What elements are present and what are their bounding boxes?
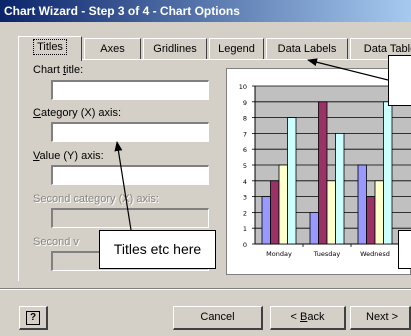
y-tick-label: 0 (243, 241, 247, 249)
tab-label: Data Labels (277, 43, 337, 55)
bar (318, 101, 328, 245)
y-tick-label: 1 (243, 225, 247, 233)
y-tick-label: 4 (243, 178, 247, 186)
y-tick-label: 6 (243, 146, 247, 154)
tab-titles[interactable]: Titles (18, 36, 82, 61)
tab-label: Legend (218, 43, 255, 55)
tab-label: Gridlines (153, 43, 197, 55)
tab-label: Axes (100, 43, 125, 55)
window-title: Chart Wizard - Step 3 of 4 - Chart Optio… (0, 0, 411, 22)
tab-label: Data Table (363, 43, 411, 55)
y-tick-label: 7 (243, 130, 247, 138)
second-category-axis-label: Second category (X) axis: (33, 193, 159, 205)
bar (309, 211, 319, 245)
bar-chart: 0 1 2 3 4 5 6 7 8 9 10 Monday Tuesday Wednesd (239, 83, 411, 258)
tab-legend[interactable]: Legend (209, 38, 264, 60)
bar (326, 180, 336, 245)
y-tick-label: 3 (243, 194, 247, 202)
category-axis-label: Category (X) axis: (33, 107, 122, 119)
y-tick-label: 9 (243, 99, 247, 107)
chart-title-input[interactable] (51, 80, 209, 100)
x-tick-label: Monday (266, 250, 292, 258)
bar (366, 196, 376, 245)
tab-axes[interactable]: Axes (84, 38, 141, 60)
bar (374, 180, 384, 245)
next-button[interactable]: Next > (350, 306, 411, 330)
y-tick-label: 8 (243, 115, 247, 123)
chart-title-label: Chart title: (33, 64, 84, 76)
value-axis-input[interactable] (51, 165, 209, 185)
annotation-text: Titles etc here (113, 241, 202, 257)
second-value-axis-label: Second v (33, 236, 79, 248)
cancel-button[interactable]: Cancel (173, 306, 263, 330)
annotation-box-right (398, 230, 411, 269)
y-tick-label: 10 (239, 83, 247, 91)
annotation-callout: Titles etc here (99, 230, 216, 269)
x-tick-label: Wednesd (360, 250, 390, 258)
bar (261, 196, 271, 245)
tab-label: Titles (33, 39, 67, 55)
y-tick-label: 5 (243, 162, 247, 170)
value-axis-label: Value (Y) axis: (33, 150, 104, 162)
x-tick-label: Tuesday (313, 250, 341, 258)
tab-gridlines[interactable]: Gridlines (143, 38, 207, 60)
tab-data-labels[interactable]: Data Labels (266, 38, 348, 60)
second-category-axis-input (51, 208, 209, 228)
bar (357, 164, 367, 245)
help-icon: ? (26, 311, 40, 325)
chart-preview: 0 1 2 3 4 5 6 7 8 9 10 Monday Tuesday Wednesd (226, 68, 411, 275)
bar (270, 180, 280, 245)
back-button[interactable]: < Back (270, 306, 346, 330)
category-axis-input[interactable] (51, 122, 209, 142)
help-button[interactable]: ? (19, 306, 48, 330)
bar (287, 117, 297, 245)
bar (335, 133, 345, 245)
bar (383, 101, 393, 245)
y-tick-label: 2 (243, 209, 247, 217)
annotation-box-top (388, 55, 411, 106)
button-separator (0, 288, 411, 290)
bar (278, 164, 288, 245)
